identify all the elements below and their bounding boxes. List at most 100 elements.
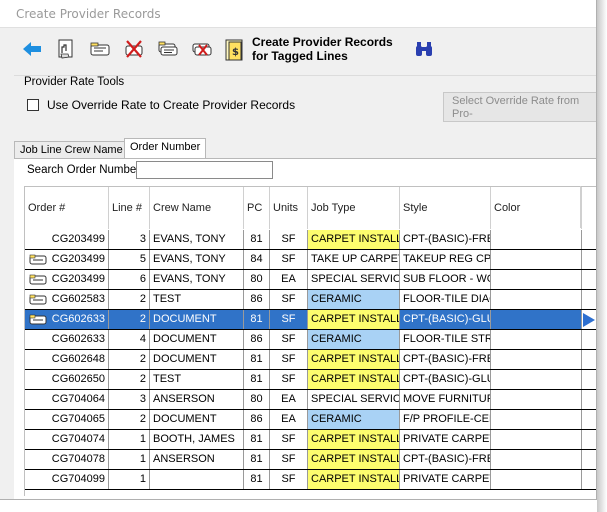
line-cell[interactable]: 2: [109, 290, 150, 309]
color-cell[interactable]: [491, 290, 582, 309]
create-records-icon[interactable]: $: [222, 37, 246, 61]
line-cell[interactable]: 1: [109, 470, 150, 489]
units-cell[interactable]: SF: [270, 370, 308, 389]
pc-cell[interactable]: 86: [244, 410, 270, 429]
pc-cell[interactable]: 80: [244, 390, 270, 409]
order-cell[interactable]: CG704078: [25, 450, 109, 469]
crew-cell[interactable]: EVANS, TONY: [150, 230, 244, 249]
table-row[interactable]: CG602650 2 TEST 81 SF CARPET INSTALL CPT-(BASI…: [25, 370, 596, 390]
units-cell[interactable]: SF: [270, 470, 308, 489]
pc-cell[interactable]: 84: [244, 250, 270, 269]
style-cell[interactable]: CPT-(BASIC)-FREI: [400, 230, 491, 249]
override-rate-checkbox[interactable]: Use Override Rate to Create Provider Rec…: [27, 98, 295, 112]
pc-cell[interactable]: 81: [244, 370, 270, 389]
job-type-cell[interactable]: SPECIAL SERVICE: [308, 390, 400, 409]
create-provider-records-label[interactable]: Create Provider Records for Tagged Lines: [252, 35, 393, 63]
crew-cell[interactable]: EVANS, TONY: [150, 270, 244, 289]
line-cell[interactable]: 5: [109, 250, 150, 269]
style-cell[interactable]: CPT-(BASIC)-FREI: [400, 450, 491, 469]
style-cell[interactable]: PRIVATE CARPET: [400, 470, 491, 489]
crew-cell[interactable]: DOCUMENT: [150, 410, 244, 429]
order-cell[interactable]: CG704074: [25, 430, 109, 449]
crew-cell[interactable]: ANSERSON: [150, 450, 244, 469]
crew-cell[interactable]: DOCUMENT: [150, 330, 244, 349]
style-cell[interactable]: CPT-(BASIC)-FREI: [400, 350, 491, 369]
units-cell[interactable]: SF: [270, 450, 308, 469]
crew-cell[interactable]: DOCUMENT: [150, 350, 244, 369]
style-cell[interactable]: TAKEUP REG CPT.: [400, 250, 491, 269]
table-row[interactable]: CG602633 4 DOCUMENT 86 SF CERAMIC FLOOR-TILE S…: [25, 330, 596, 350]
note-stack-icon[interactable]: [156, 37, 180, 61]
crew-cell[interactable]: BOOTH, JAMES: [150, 430, 244, 449]
crew-cell[interactable]: EVANS, TONY: [150, 250, 244, 269]
table-row[interactable]: CG602633 2 DOCUMENT 81 SF CARPET INSTALL CPT-(…: [25, 310, 596, 330]
note-cancel-icon[interactable]: [190, 37, 214, 61]
order-cell[interactable]: CG602633: [25, 330, 109, 349]
line-cell[interactable]: 4: [109, 330, 150, 349]
column-header-pc[interactable]: PC: [244, 187, 270, 229]
search-order-input[interactable]: [136, 161, 273, 179]
units-cell[interactable]: SF: [270, 350, 308, 369]
job-type-cell[interactable]: CARPET INSTALL: [308, 430, 400, 449]
units-cell[interactable]: SF: [270, 250, 308, 269]
order-cell[interactable]: CG704065: [25, 410, 109, 429]
column-header-line[interactable]: Line #: [109, 187, 150, 229]
style-cell[interactable]: SUB FLOOR - WO: [400, 270, 491, 289]
crew-cell[interactable]: TEST: [150, 370, 244, 389]
back-arrow-icon[interactable]: [20, 37, 44, 61]
pc-cell[interactable]: 81: [244, 450, 270, 469]
color-cell[interactable]: [491, 230, 582, 249]
pc-cell[interactable]: 86: [244, 290, 270, 309]
table-row[interactable]: CG602648 2 DOCUMENT 81 SF CARPET INSTALL CPT-(…: [25, 350, 596, 370]
column-header-order[interactable]: Order #: [25, 187, 109, 229]
color-cell[interactable]: [491, 410, 582, 429]
column-header-color[interactable]: Color: [491, 187, 582, 229]
pc-cell[interactable]: 81: [244, 350, 270, 369]
line-cell[interactable]: 3: [109, 390, 150, 409]
color-cell[interactable]: [491, 390, 582, 409]
tab-order-number[interactable]: Order Number: [124, 138, 207, 159]
units-cell[interactable]: EA: [270, 270, 308, 289]
crew-cell[interactable]: DOCUMENT: [150, 310, 244, 329]
units-cell[interactable]: SF: [270, 330, 308, 349]
table-row[interactable]: CG704099 1 81 SF CARPET INSTALL PRIVATE CARPE…: [25, 470, 596, 490]
units-cell[interactable]: EA: [270, 410, 308, 429]
crew-cell[interactable]: ANSERSON: [150, 390, 244, 409]
job-type-cell[interactable]: CERAMIC: [308, 410, 400, 429]
job-type-cell[interactable]: CERAMIC: [308, 330, 400, 349]
job-type-cell[interactable]: CARPET INSTALL: [308, 450, 400, 469]
style-cell[interactable]: FLOOR-TILE STRA: [400, 330, 491, 349]
order-cell[interactable]: CG602633: [25, 310, 109, 329]
color-cell[interactable]: [491, 470, 582, 489]
style-cell[interactable]: FLOOR-TILE DIAG: [400, 290, 491, 309]
style-cell[interactable]: F/P PROFILE-CER/: [400, 410, 491, 429]
pc-cell[interactable]: 81: [244, 430, 270, 449]
line-cell[interactable]: 2: [109, 310, 150, 329]
table-row[interactable]: CG203499 3 EVANS, TONY 81 SF CARPET INSTALL CP…: [25, 230, 596, 250]
pc-cell[interactable]: 81: [244, 470, 270, 489]
pc-cell[interactable]: 80: [244, 270, 270, 289]
color-cell[interactable]: [491, 450, 582, 469]
color-cell[interactable]: [491, 310, 582, 329]
style-cell[interactable]: MOVE FURNITURE: [400, 390, 491, 409]
pc-cell[interactable]: 81: [244, 310, 270, 329]
line-cell[interactable]: 2: [109, 410, 150, 429]
line-cell[interactable]: 1: [109, 430, 150, 449]
table-row[interactable]: CG602583 2 TEST 86 SF CERAMIC FLOOR-TILE DIAG: [25, 290, 596, 310]
tab-job-line-crew-name[interactable]: Job Line Crew Name: [14, 141, 129, 159]
color-cell[interactable]: [491, 330, 582, 349]
column-header-crew[interactable]: Crew Name: [150, 187, 244, 229]
document-hand-icon[interactable]: [54, 37, 78, 61]
order-cell[interactable]: CG704099: [25, 470, 109, 489]
column-header-units[interactable]: Units: [270, 187, 308, 229]
pc-cell[interactable]: 86: [244, 330, 270, 349]
order-cell[interactable]: CG203499: [25, 270, 109, 289]
line-cell[interactable]: 2: [109, 370, 150, 389]
line-cell[interactable]: 1: [109, 450, 150, 469]
crew-cell[interactable]: [150, 470, 244, 489]
table-row[interactable]: CG704064 3 ANSERSON 80 EA SPECIAL SERVICE MOVE…: [25, 390, 596, 410]
pc-cell[interactable]: 81: [244, 230, 270, 249]
color-cell[interactable]: [491, 250, 582, 269]
order-cell[interactable]: CG602648: [25, 350, 109, 369]
units-cell[interactable]: SF: [270, 430, 308, 449]
